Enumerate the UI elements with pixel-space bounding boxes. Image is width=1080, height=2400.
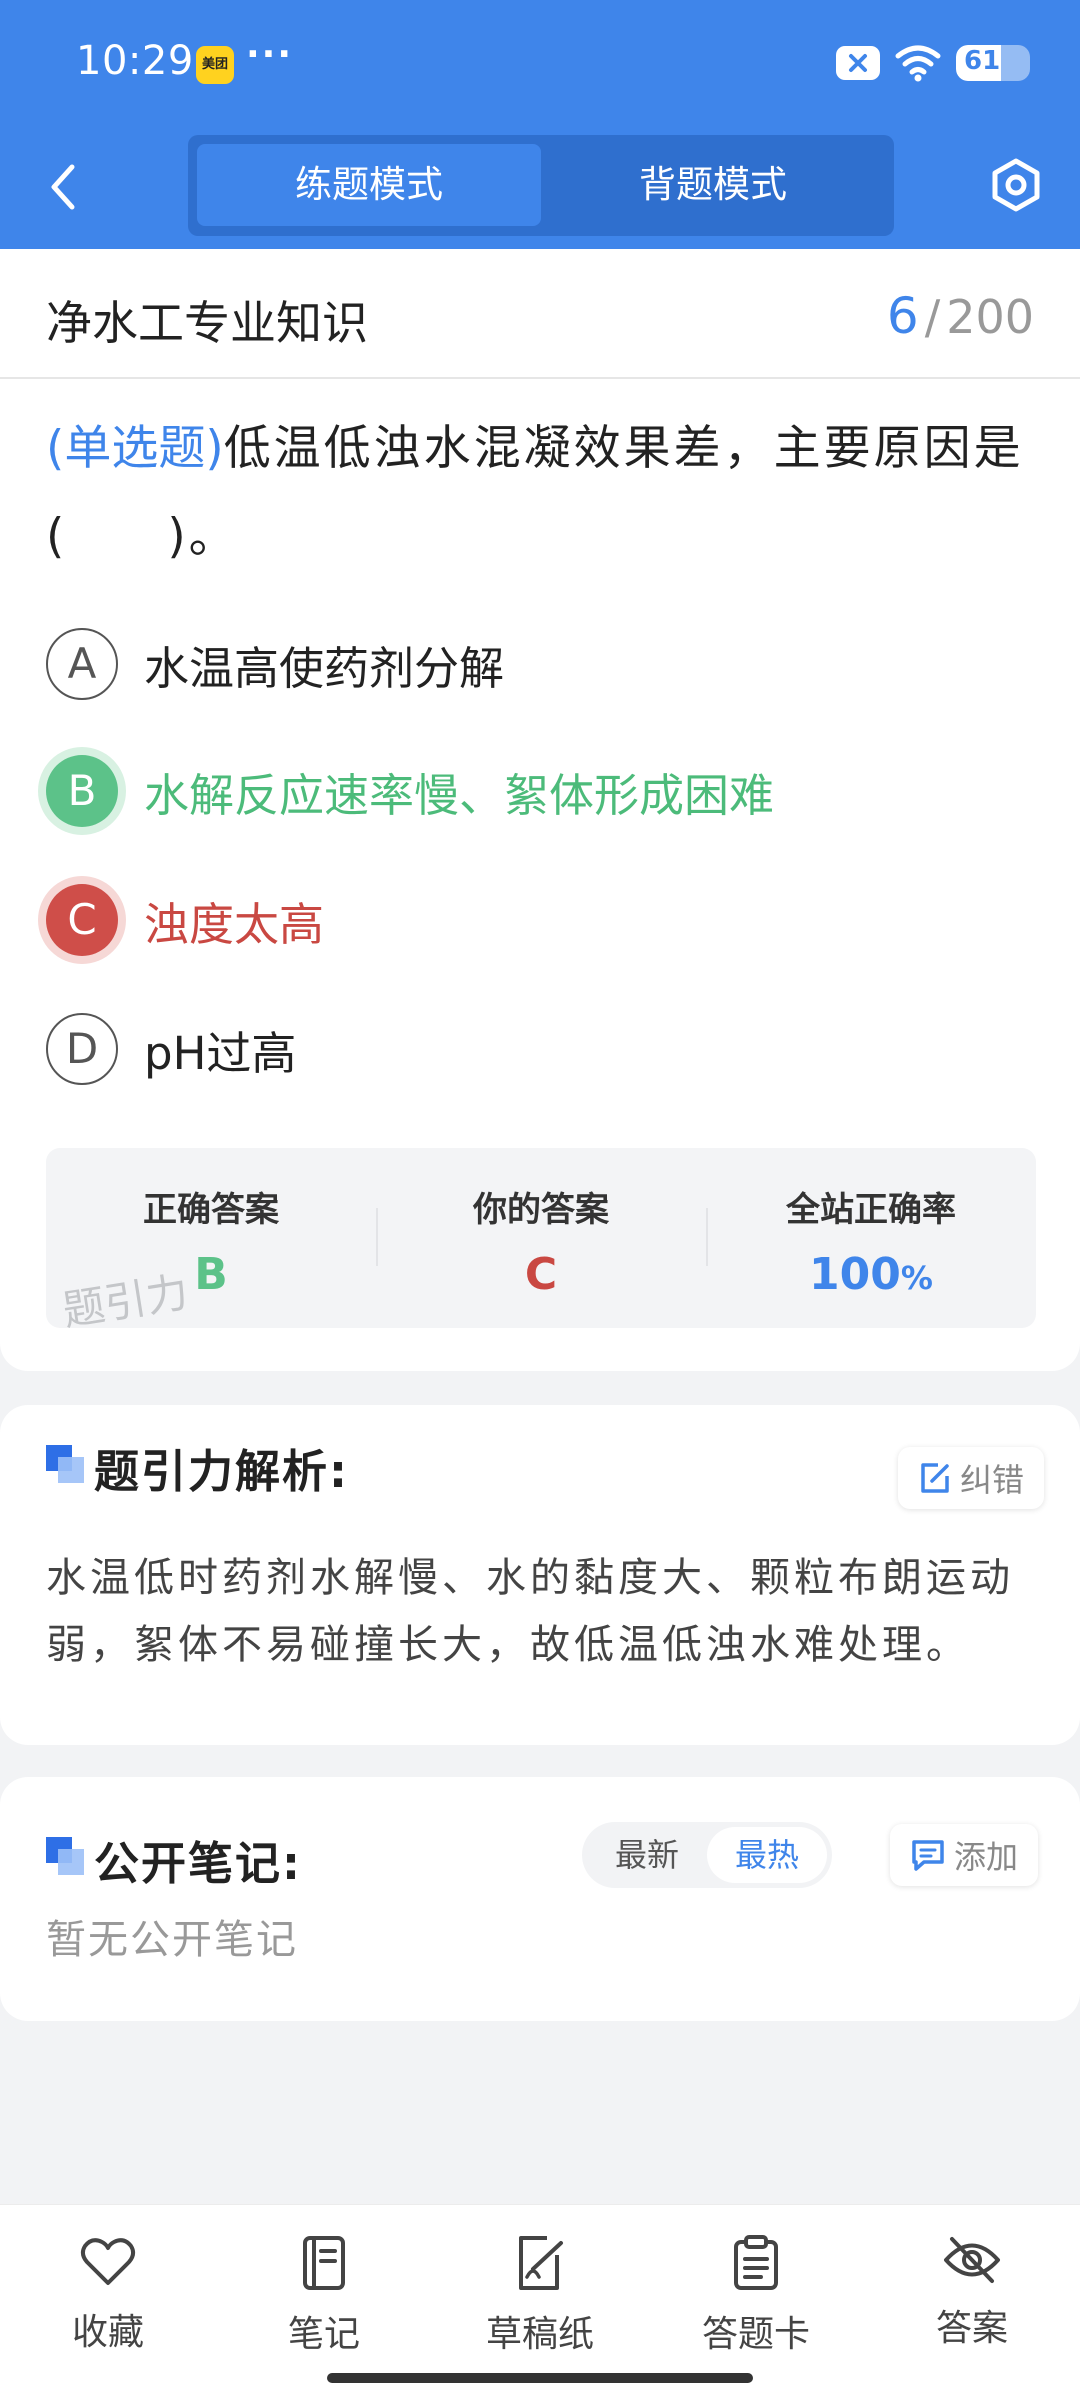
public-notes-card: 公开笔记: 最新 最热 添加 暂无公开笔记 [0, 1777, 1080, 2021]
battery-icon: 61 [956, 45, 1030, 81]
sort-newest[interactable]: 最新 [587, 1827, 707, 1883]
toggle-answer-label: 答案 [935, 2308, 1008, 2349]
nav-bar: 练题模式 背题模式 [0, 125, 1080, 249]
total-question-count: 200 [946, 290, 1034, 344]
answer-sheet-icon [734, 2235, 778, 2290]
favorite-button[interactable]: 收藏 [8, 2235, 208, 2355]
option-letter: C [46, 884, 118, 956]
draft-paper-button[interactable]: 草稿纸 [440, 2235, 640, 2357]
draft-paper-icon [519, 2236, 563, 2290]
notes-sort-toggle: 最新 最热 [582, 1822, 832, 1888]
question-progress[interactable]: 6/200 [887, 287, 1034, 345]
tab-practice-mode[interactable]: 练题模式 [197, 144, 541, 226]
site-accuracy-unit: % [900, 1259, 933, 1297]
notes-button[interactable]: 笔记 [224, 2235, 424, 2357]
site-accuracy-number: 100 [809, 1249, 901, 1300]
section-squares-icon [46, 1445, 84, 1483]
toggle-answer-button[interactable]: 答案 [872, 2235, 1072, 2351]
bottom-toolbar: 收藏 笔记 草稿纸 答题卡 答案 [0, 2204, 1080, 2400]
progress-separator: / [924, 290, 941, 344]
analysis-card: 题引力解析: 纠错 水温低时药剂水解慢、水的黏度大、颗粒布朗运动弱，絮体不易碰撞… [0, 1405, 1080, 1745]
tab-memorize-mode[interactable]: 背题模式 [541, 144, 885, 226]
settings-button[interactable] [986, 155, 1046, 215]
favorite-label: 收藏 [71, 2312, 144, 2353]
meituan-app-icon: 美团 [196, 46, 234, 84]
option-text: 水解反应速率慢、絮体形成困难 [144, 768, 775, 822]
status-icons: 61 [836, 42, 1030, 84]
hexagon-settings-icon [992, 158, 1040, 212]
no-sim-icon [836, 46, 880, 80]
back-button[interactable] [40, 157, 90, 217]
answer-sheet-button[interactable]: 答题卡 [656, 2235, 856, 2357]
wifi-icon [895, 45, 941, 82]
heart-icon [80, 2238, 136, 2285]
question-type-label: (单选题) [46, 421, 224, 476]
add-note-label: 添加 [954, 1838, 1019, 1876]
option-text: 水温高使药剂分解 [144, 641, 505, 695]
option-letter: A [46, 628, 118, 700]
option-letter: D [46, 1013, 118, 1085]
eye-off-icon [944, 2237, 1000, 2283]
option-c[interactable]: C 浊度太高 [46, 880, 1036, 960]
report-error-label: 纠错 [960, 1461, 1025, 1499]
question-topbar: 净水工专业知识 6/200 [0, 249, 1080, 379]
option-d[interactable]: D pH过高 [46, 1009, 1036, 1089]
chevron-left-icon [51, 164, 75, 210]
analysis-title: 题引力解析: [94, 1445, 349, 1498]
option-letter: B [46, 755, 118, 827]
notes-label: 笔记 [287, 2314, 360, 2355]
option-text: pH过高 [144, 1026, 297, 1080]
comment-icon [912, 1840, 944, 1871]
your-answer-label: 你的答案 [473, 1190, 609, 1230]
your-answer-col: 你的答案 C [376, 1148, 706, 1328]
status-time: 10:29 [76, 38, 194, 84]
question-stem: (单选题)低温低浊水混凝效果差，主要原因是( )。 [46, 405, 1036, 581]
option-a[interactable]: A 水温高使药剂分解 [46, 624, 1036, 704]
subject-title: 净水工专业知识 [46, 296, 368, 350]
more-notifications-icon: ··· [246, 34, 294, 75]
status-bar: 10:29 美团 ··· 61 [0, 0, 1080, 125]
analysis-text: 水温低时药剂水解慢、水的黏度大、颗粒布朗运动弱，絮体不易碰撞长大，故低温低浊水难… [46, 1555, 1014, 1668]
add-note-button[interactable]: 添加 [890, 1824, 1039, 1886]
home-indicator[interactable] [327, 2373, 753, 2383]
answer-summary: 正确答案 B 你的答案 C 全站正确率 100% [46, 1148, 1036, 1328]
site-accuracy-col: 全站正确率 100% [706, 1148, 1036, 1328]
report-error-button[interactable]: 纠错 [898, 1447, 1045, 1509]
current-question-number: 6 [886, 287, 919, 345]
site-accuracy-value: 100% [706, 1249, 1036, 1300]
mode-switch: 练题模式 背题模式 [188, 135, 894, 236]
notebook-icon [303, 2236, 345, 2290]
your-answer-value: C [524, 1249, 558, 1300]
app-header: 10:29 美团 ··· 61 练题模式 背题模式 [0, 0, 1080, 249]
notes-title: 公开笔记: [94, 1837, 302, 1890]
answer-sheet-label: 答题卡 [701, 2314, 810, 2355]
site-accuracy-label: 全站正确率 [786, 1190, 956, 1230]
draft-paper-label: 草稿纸 [485, 2314, 594, 2355]
option-text: 浊度太高 [144, 897, 325, 951]
section-squares-icon [46, 1837, 84, 1875]
option-b[interactable]: B 水解反应速率慢、絮体形成困难 [46, 751, 1036, 831]
correct-answer-label: 正确答案 [143, 1190, 279, 1230]
edit-icon [921, 1463, 949, 1493]
sort-hottest[interactable]: 最热 [707, 1827, 827, 1883]
battery-level: 61 [964, 46, 1001, 76]
notes-empty-text: 暂无公开笔记 [46, 1917, 298, 1963]
